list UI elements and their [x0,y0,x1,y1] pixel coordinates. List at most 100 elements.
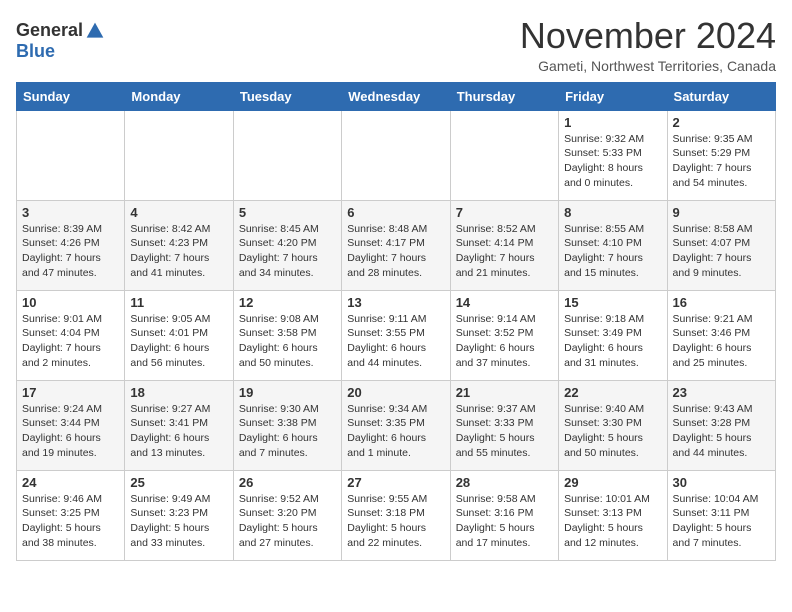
calendar-cell: 22 Sunrise: 9:40 AM Sunset: 3:30 PM Dayli… [559,380,667,470]
day-number: 21 [456,385,553,400]
day-info: Sunrise: 9:05 AM Sunset: 4:01 PM Dayligh… [130,312,227,371]
day-number: 16 [673,295,770,310]
day-number: 22 [564,385,661,400]
calendar-header: SundayMondayTuesdayWednesdayThursdayFrid… [17,82,776,110]
day-number: 2 [673,115,770,130]
day-info: Sunrise: 8:45 AM Sunset: 4:20 PM Dayligh… [239,222,336,281]
calendar-cell [342,110,450,200]
day-number: 17 [22,385,119,400]
calendar-cell: 15Sunrise: 9:18 AM Sunset: 3:49 PM Dayli… [559,290,667,380]
day-info: Sunrise: 9:30 AM Sunset: 3:38 PM Dayligh… [239,402,336,461]
day-number: 27 [347,475,444,490]
calendar-cell: 2 Sunrise: 9:35 AM Sunset: 5:29 PM Daylig… [667,110,775,200]
day-number: 26 [239,475,336,490]
day-number: 20 [347,385,444,400]
day-number: 13 [347,295,444,310]
calendar-cell: 8 Sunrise: 8:55 AM Sunset: 4:10 PM Daylig… [559,200,667,290]
logo-icon [85,21,105,41]
calendar-cell: 26 Sunrise: 9:52 AM Sunset: 3:20 PM Dayli… [233,470,341,560]
calendar-cell: 19 Sunrise: 9:30 AM Sunset: 3:38 PM Dayli… [233,380,341,470]
weekday-header-wednesday: Wednesday [342,82,450,110]
day-info: Sunrise: 8:42 AM Sunset: 4:23 PM Dayligh… [130,222,227,281]
day-info: Sunrise: 9:14 AM Sunset: 3:52 PM Dayligh… [456,312,553,371]
day-info: Sunrise: 9:11 AM Sunset: 3:55 PM Dayligh… [347,312,444,371]
month-title: November 2024 [520,16,776,56]
calendar-cell: 14 Sunrise: 9:14 AM Sunset: 3:52 PM Dayli… [450,290,558,380]
calendar-cell: 11 Sunrise: 9:05 AM Sunset: 4:01 PM Dayli… [125,290,233,380]
calendar-cell: 7 Sunrise: 8:52 AM Sunset: 4:14 PM Daylig… [450,200,558,290]
weekday-header-saturday: Saturday [667,82,775,110]
day-number: 14 [456,295,553,310]
calendar-cell: 9Sunrise: 8:58 AM Sunset: 4:07 PM Daylig… [667,200,775,290]
calendar-cell: 30 Sunrise: 10:04 AM Sunset: 3:11 PM Dayl… [667,470,775,560]
calendar-cell [450,110,558,200]
calendar-cell: 28 Sunrise: 9:58 AM Sunset: 3:16 PM Dayli… [450,470,558,560]
day-info: Sunrise: 9:32 AM Sunset: 5:33 PM Dayligh… [564,132,661,191]
calendar-cell: 18Sunrise: 9:27 AM Sunset: 3:41 PM Dayli… [125,380,233,470]
calendar-table: SundayMondayTuesdayWednesdayThursdayFrid… [16,82,776,561]
day-info: Sunrise: 9:37 AM Sunset: 3:33 PM Dayligh… [456,402,553,461]
calendar-cell: 17Sunrise: 9:24 AM Sunset: 3:44 PM Dayli… [17,380,125,470]
day-number: 7 [456,205,553,220]
logo-blue-text: Blue [16,41,55,61]
day-number: 8 [564,205,661,220]
weekday-header-row: SundayMondayTuesdayWednesdayThursdayFrid… [17,82,776,110]
day-info: Sunrise: 9:58 AM Sunset: 3:16 PM Dayligh… [456,492,553,551]
day-number: 29 [564,475,661,490]
weekday-header-friday: Friday [559,82,667,110]
day-number: 11 [130,295,227,310]
day-number: 25 [130,475,227,490]
day-info: Sunrise: 8:52 AM Sunset: 4:14 PM Dayligh… [456,222,553,281]
day-info: Sunrise: 9:21 AM Sunset: 3:46 PM Dayligh… [673,312,770,371]
calendar-cell: 25 Sunrise: 9:49 AM Sunset: 3:23 PM Dayli… [125,470,233,560]
day-number: 4 [130,205,227,220]
calendar-cell: 1Sunrise: 9:32 AM Sunset: 5:33 PM Daylig… [559,110,667,200]
location: Gameti, Northwest Territories, Canada [520,58,776,74]
day-number: 19 [239,385,336,400]
day-info: Sunrise: 8:39 AM Sunset: 4:26 PM Dayligh… [22,222,119,281]
calendar-cell: 5 Sunrise: 8:45 AM Sunset: 4:20 PM Daylig… [233,200,341,290]
day-number: 24 [22,475,119,490]
day-info: Sunrise: 9:52 AM Sunset: 3:20 PM Dayligh… [239,492,336,551]
day-number: 5 [239,205,336,220]
day-info: Sunrise: 9:35 AM Sunset: 5:29 PM Dayligh… [673,132,770,191]
day-number: 23 [673,385,770,400]
day-number: 30 [673,475,770,490]
day-number: 3 [22,205,119,220]
calendar-cell: 3 Sunrise: 8:39 AM Sunset: 4:26 PM Daylig… [17,200,125,290]
day-info: Sunrise: 9:34 AM Sunset: 3:35 PM Dayligh… [347,402,444,461]
calendar-cell: 12 Sunrise: 9:08 AM Sunset: 3:58 PM Dayli… [233,290,341,380]
day-info: Sunrise: 9:40 AM Sunset: 3:30 PM Dayligh… [564,402,661,461]
day-info: Sunrise: 9:49 AM Sunset: 3:23 PM Dayligh… [130,492,227,551]
calendar-cell [233,110,341,200]
calendar-week-4: 17Sunrise: 9:24 AM Sunset: 3:44 PM Dayli… [17,380,776,470]
day-info: Sunrise: 9:55 AM Sunset: 3:18 PM Dayligh… [347,492,444,551]
day-number: 15 [564,295,661,310]
day-info: Sunrise: 8:48 AM Sunset: 4:17 PM Dayligh… [347,222,444,281]
weekday-header-sunday: Sunday [17,82,125,110]
calendar-week-3: 10 Sunrise: 9:01 AM Sunset: 4:04 PM Dayli… [17,290,776,380]
day-info: Sunrise: 8:55 AM Sunset: 4:10 PM Dayligh… [564,222,661,281]
calendar-week-1: 1Sunrise: 9:32 AM Sunset: 5:33 PM Daylig… [17,110,776,200]
day-number: 12 [239,295,336,310]
day-number: 28 [456,475,553,490]
calendar-cell: 24 Sunrise: 9:46 AM Sunset: 3:25 PM Dayli… [17,470,125,560]
calendar-cell: 4 Sunrise: 8:42 AM Sunset: 4:23 PM Daylig… [125,200,233,290]
calendar-cell: 20 Sunrise: 9:34 AM Sunset: 3:35 PM Dayli… [342,380,450,470]
calendar-week-2: 3 Sunrise: 8:39 AM Sunset: 4:26 PM Daylig… [17,200,776,290]
logo-general-text: General [16,20,83,41]
page-header: General Blue November 2024 Gameti, North… [16,16,776,74]
calendar-week-5: 24 Sunrise: 9:46 AM Sunset: 3:25 PM Dayli… [17,470,776,560]
calendar-cell: 6 Sunrise: 8:48 AM Sunset: 4:17 PM Daylig… [342,200,450,290]
day-info: Sunrise: 9:08 AM Sunset: 3:58 PM Dayligh… [239,312,336,371]
day-number: 10 [22,295,119,310]
day-info: Sunrise: 8:58 AM Sunset: 4:07 PM Dayligh… [673,222,770,281]
title-area: November 2024 Gameti, Northwest Territor… [520,16,776,74]
day-number: 6 [347,205,444,220]
day-info: Sunrise: 9:01 AM Sunset: 4:04 PM Dayligh… [22,312,119,371]
calendar-cell: 10 Sunrise: 9:01 AM Sunset: 4:04 PM Dayli… [17,290,125,380]
day-info: Sunrise: 9:46 AM Sunset: 3:25 PM Dayligh… [22,492,119,551]
day-info: Sunrise: 9:43 AM Sunset: 3:28 PM Dayligh… [673,402,770,461]
calendar-cell: 16 Sunrise: 9:21 AM Sunset: 3:46 PM Dayli… [667,290,775,380]
day-info: Sunrise: 10:04 AM Sunset: 3:11 PM Daylig… [673,492,770,551]
